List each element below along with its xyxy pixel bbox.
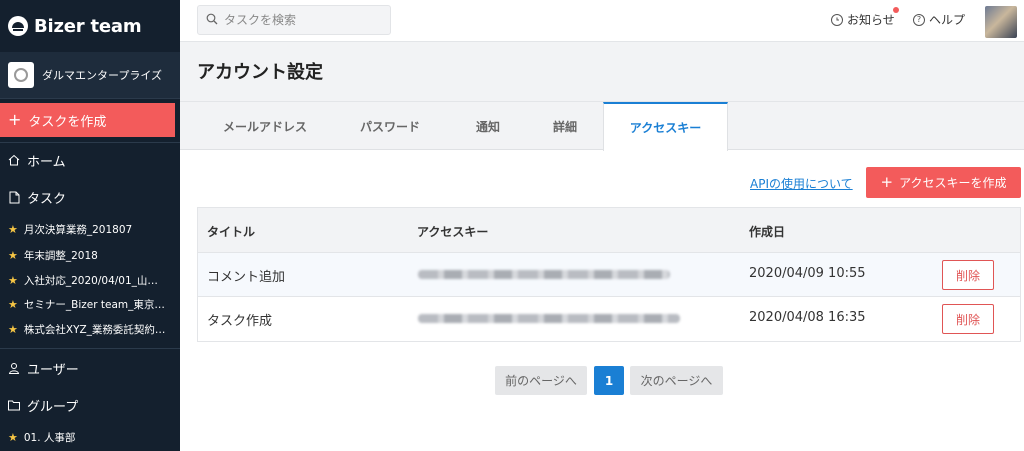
tab-email[interactable]: メールアドレス [200,102,330,150]
created-date: 2020/04/09 10:55 [749,266,866,281]
column-header-created: 作成日 [749,225,786,239]
star-icon: ★ [8,222,18,236]
company-switcher[interactable]: ダルマエンタープライズ [0,52,180,98]
help-icon: ? [913,13,925,26]
tab-bar: メールアドレス パスワード 通知 詳細 アクセスキー [180,102,1024,151]
clock-icon [831,13,843,26]
sidebar-group-item[interactable]: ★ 01. 人事部 [0,425,180,449]
access-key-redacted [418,314,680,323]
column-header-access-key: アクセスキー [417,225,489,239]
sidebar-item-label: ユーザー [27,362,79,378]
tab-password[interactable]: パスワード [340,102,440,150]
table-header: タイトル アクセスキー 作成日 [198,208,1020,253]
delete-button[interactable]: 削除 [942,260,994,290]
sidebar-item-tasks[interactable]: タスク [0,181,180,213]
settings-panel: メールアドレス パスワード 通知 詳細 アクセスキー APIの使用について + … [180,101,1024,451]
sidebar-task-item[interactable]: ★ 入社対応_2020/04/01_山… [0,268,180,292]
user-avatar[interactable] [985,6,1017,38]
tab-notifications[interactable]: 通知 [448,102,528,150]
access-key-redacted [418,270,670,279]
key-title: タスク作成 [207,314,273,329]
company-name: ダルマエンタープライズ [42,69,163,82]
next-page-button[interactable]: 次のページへ [630,366,723,395]
sidebar-item-label: タスク [27,191,67,207]
create-task-button[interactable]: + タスクを作成 [0,103,175,137]
sidebar-task-item[interactable]: ★ 月次決算業務_201807 [0,217,180,241]
notice-button[interactable]: お知らせ [831,7,899,28]
key-title: コメント追加 [207,270,286,285]
sidebar-item-home[interactable]: ホーム [0,144,180,176]
notification-dot [893,7,899,13]
create-access-key-label: アクセスキーを作成 [899,176,1007,190]
search-icon [206,13,218,28]
divider [0,142,180,143]
star-icon: ★ [8,248,18,262]
bizer-logo-icon [8,16,28,36]
sidebar-task-item[interactable]: ★ セミナー_Bizer team_東京… [0,292,180,316]
tab-details[interactable]: 詳細 [526,102,604,150]
sidebar-item-label: グループ [27,399,79,415]
plus-icon: + [8,110,22,129]
home-icon [8,154,20,167]
sidebar-item-label: ホーム [27,154,66,170]
document-icon [8,191,20,204]
page-1-button[interactable]: 1 [594,366,624,395]
search-box[interactable] [197,5,391,35]
sidebar-item-groups[interactable]: グループ [0,389,180,421]
star-icon: ★ [8,297,18,311]
column-header-title: タイトル [207,225,256,239]
topbar: お知らせ ? ヘルプ [180,0,1024,42]
tab-access-keys[interactable]: アクセスキー [603,102,728,151]
plus-icon: + [880,173,894,191]
search-input[interactable] [224,13,384,27]
access-key-table: タイトル アクセスキー 作成日 コメント追加 2020/04/09 10:55 … [197,207,1021,342]
folder-icon [8,399,20,412]
create-task-label: タスクを作成 [28,114,107,130]
sidebar-task-item[interactable]: ★ 年末調整_2018 [0,243,180,267]
brand[interactable]: Bizer team [0,0,180,52]
table-row: コメント追加 2020/04/09 10:55 削除 [198,253,1020,297]
delete-button[interactable]: 削除 [942,304,994,334]
sidebar: Bizer team ダルマエンタープライズ + タスクを作成 ホーム タスク … [0,0,180,451]
star-icon: ★ [8,430,18,444]
table-row: タスク作成 2020/04/08 16:35 削除 [198,297,1020,341]
sidebar-item-users[interactable]: ユーザー [0,352,180,384]
help-button[interactable]: ? ヘルプ [913,11,965,28]
sidebar-task-item[interactable]: ★ 株式会社XYZ_業務委託契約… [0,317,180,341]
prev-page-button[interactable]: 前のページへ [495,366,587,395]
page-title: アカウント設定 [197,62,323,83]
company-avatar [8,62,34,88]
help-label: ヘルプ [929,13,966,27]
api-usage-link[interactable]: APIの使用について [750,175,853,192]
divider [0,98,180,99]
create-access-key-button[interactable]: + アクセスキーを作成 [866,167,1021,198]
created-date: 2020/04/08 16:35 [749,310,866,325]
notice-label: お知らせ [847,13,895,27]
divider [0,348,180,349]
user-icon [8,362,20,375]
star-icon: ★ [8,322,18,336]
star-icon: ★ [8,273,18,287]
brand-name: Bizer team [34,15,142,37]
